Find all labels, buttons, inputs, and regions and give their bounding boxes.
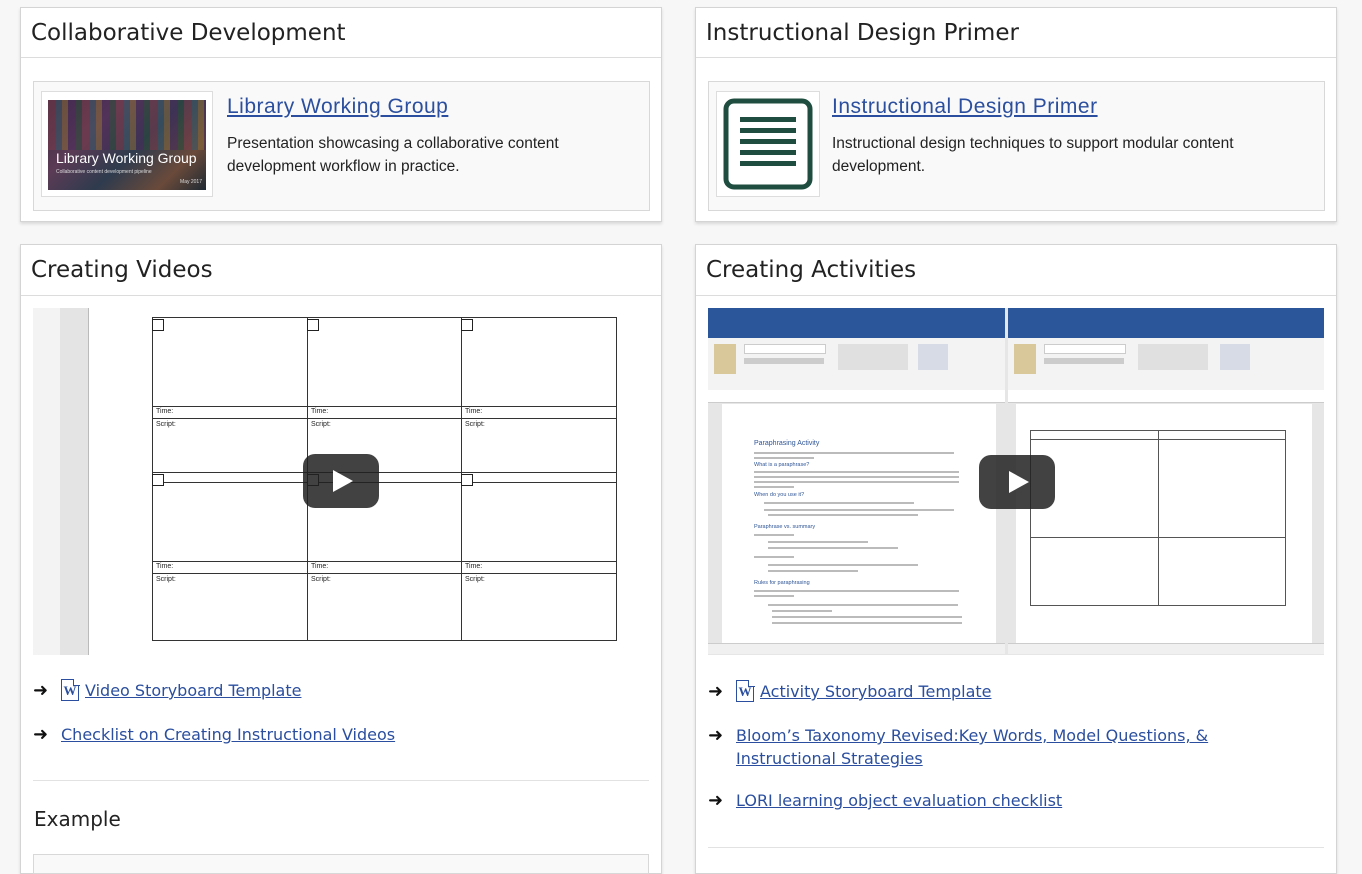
checklist-videos-row: ➜ Checklist on Creating Instructional Vi… bbox=[33, 723, 395, 746]
word-window-left: Paraphrasing Activity What is a paraphra… bbox=[708, 308, 1005, 654]
video-storyboard-template-row: ➜ W Video Storyboard Template bbox=[33, 678, 301, 702]
panel-heading: Creating Videos bbox=[21, 245, 661, 296]
library-working-group-link[interactable]: Library Working Group bbox=[227, 95, 448, 119]
storyboard-script-label: Script: bbox=[311, 576, 331, 583]
thumbnail-subtitle: Collaborative content development pipeli… bbox=[56, 169, 152, 175]
checklist-instructional-videos-link[interactable]: Checklist on Creating Instructional Vide… bbox=[61, 723, 395, 746]
instructional-design-primer-link[interactable]: Instructional Design Primer bbox=[832, 95, 1098, 119]
play-button-icon[interactable] bbox=[303, 454, 379, 508]
example-box bbox=[33, 854, 649, 874]
word-doc-icon: W bbox=[736, 679, 755, 702]
storyboard-script-cell bbox=[307, 573, 462, 641]
storyboard-time-label: Time: bbox=[311, 563, 329, 570]
video-player-storyboard[interactable]: Time: Script: Time: Script: Time: Script: Time… bbox=[33, 308, 649, 655]
thumbnail-date: May 2017 bbox=[180, 179, 202, 185]
arrow-right-icon: ➜ bbox=[33, 680, 49, 701]
activity-storyboard-template-link[interactable]: Activity Storyboard Template bbox=[760, 680, 991, 703]
thumbnail-image: Library Working Group Collaborative cont… bbox=[48, 100, 206, 190]
doc-title: Paraphrasing Activity bbox=[754, 440, 820, 447]
vertical-ruler bbox=[60, 308, 104, 655]
word-page bbox=[1016, 404, 1312, 644]
arrow-right-icon: ➜ bbox=[708, 790, 724, 811]
word-ribbon bbox=[1008, 338, 1324, 391]
instructional-design-primer-panel: Instructional Design Primer Instructiona… bbox=[695, 7, 1337, 222]
storyboard-script-label: Script: bbox=[156, 421, 176, 428]
example-heading: Example bbox=[34, 807, 121, 831]
storyboard-script-label: Script: bbox=[465, 576, 485, 583]
bookshelf-graphic bbox=[48, 100, 206, 150]
doc-heading-2: When do you use it? bbox=[754, 492, 805, 498]
creating-activities-panel: Creating Activities Paraphrasing Activit… bbox=[695, 244, 1337, 874]
storyboard-time-label: Time: bbox=[311, 408, 329, 415]
storyboard-time-label: Time: bbox=[156, 408, 174, 415]
word-ruler bbox=[708, 390, 1005, 403]
storyboard-frame bbox=[152, 472, 308, 562]
word-titlebar bbox=[708, 308, 1005, 338]
storyboard-script-label: Script: bbox=[156, 576, 176, 583]
panel-heading: Collaborative Development bbox=[21, 8, 661, 58]
storyboard-checkbox bbox=[152, 474, 164, 486]
word-ribbon bbox=[708, 338, 1005, 391]
blooms-taxonomy-link[interactable]: Bloom’s Taxonomy Revised:Key Words, Mode… bbox=[736, 724, 1301, 770]
section-divider bbox=[708, 847, 1324, 848]
resource-card-instructional-design-primer[interactable]: Instructional Design Primer Instructiona… bbox=[708, 81, 1325, 211]
word-titlebar bbox=[1008, 308, 1324, 338]
storyboard-frame bbox=[461, 472, 617, 562]
storyboard-time-label: Time: bbox=[465, 563, 483, 570]
word-doc-icon: W bbox=[61, 678, 80, 701]
storyboard-frame bbox=[152, 317, 308, 407]
video-player-activities[interactable]: Paraphrasing Activity What is a paraphra… bbox=[708, 308, 1324, 655]
storyboard-script-label: Script: bbox=[311, 421, 331, 428]
storyboard-checkbox bbox=[152, 319, 164, 331]
video-storyboard-template-link[interactable]: Video Storyboard Template bbox=[85, 679, 301, 702]
storyboard-checkbox bbox=[461, 319, 473, 331]
play-button-icon[interactable] bbox=[979, 455, 1055, 509]
presentation-thumbnail[interactable]: Library Working Group Collaborative cont… bbox=[41, 91, 213, 197]
storyboard-frame bbox=[307, 317, 462, 407]
lori-checklist-row: ➜ LORI learning object evaluation checkl… bbox=[708, 789, 1062, 812]
word-statusbar bbox=[708, 643, 1005, 654]
document-lines-icon[interactable] bbox=[716, 91, 820, 197]
storyboard-script-cell bbox=[152, 573, 308, 641]
storyboard-script-cell bbox=[461, 573, 617, 641]
creating-videos-panel: Creating Videos Time: Script: Time: Script:… bbox=[20, 244, 662, 874]
resource-description: Presentation showcasing a collaborative … bbox=[227, 135, 559, 175]
resource-card-library-working-group[interactable]: Library Working Group Collaborative cont… bbox=[33, 81, 650, 211]
blooms-taxonomy-row: ➜ Bloom’s Taxonomy Revised:Key Words, Mo… bbox=[708, 724, 1308, 770]
storyboard-time-label: Time: bbox=[465, 408, 483, 415]
arrow-right-icon: ➜ bbox=[708, 725, 724, 746]
storyboard-time-label: Time: bbox=[156, 563, 174, 570]
doc-heading-3: Paraphrase vs. summary bbox=[754, 524, 816, 530]
arrow-right-icon: ➜ bbox=[33, 724, 49, 745]
storyboard-frame bbox=[461, 317, 617, 407]
panel-heading: Creating Activities bbox=[696, 245, 1336, 296]
word-statusbar bbox=[1008, 643, 1324, 654]
resource-description: Instructional design techniques to suppo… bbox=[832, 135, 1234, 175]
doc-heading-4: Rules for paraphrasing bbox=[754, 580, 810, 586]
storyboard-checkbox bbox=[307, 319, 319, 331]
storyboard-checkbox bbox=[461, 474, 473, 486]
word-ruler bbox=[1008, 390, 1324, 403]
section-divider bbox=[33, 780, 649, 781]
thumbnail-title: Library Working Group bbox=[56, 150, 197, 166]
collaborative-development-panel: Collaborative Development Library Workin… bbox=[20, 7, 662, 222]
lori-checklist-link[interactable]: LORI learning object evaluation checklis… bbox=[736, 789, 1062, 812]
storyboard-script-label: Script: bbox=[465, 421, 485, 428]
word-window-right bbox=[1008, 308, 1324, 654]
activity-storyboard-template-row: ➜ W Activity Storyboard Template bbox=[708, 679, 991, 703]
arrow-right-icon: ➜ bbox=[708, 681, 724, 702]
panel-heading: Instructional Design Primer bbox=[696, 8, 1336, 58]
doc-heading-1: What is a paraphrase? bbox=[754, 462, 810, 468]
word-page: Paraphrasing Activity What is a paraphra… bbox=[722, 404, 996, 644]
